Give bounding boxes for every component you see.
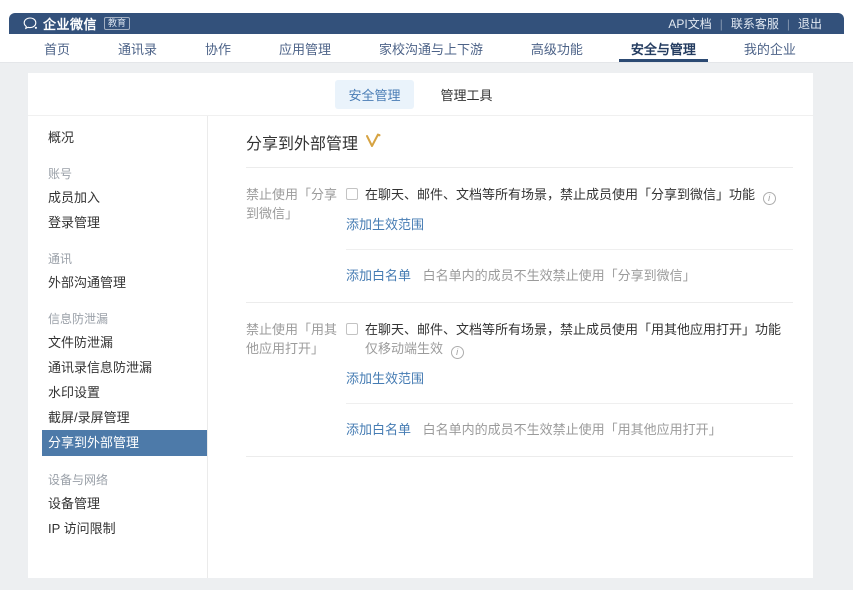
section-open-with-other-apps: 禁止使用「用其他应用打开」 在聊天、邮件、文档等所有场景，禁止成员使用「用其他应… [246, 303, 793, 457]
forbid-share-wechat-checkbox[interactable] [346, 188, 358, 200]
content-card: 安全管理 管理工具 概况 账号 成员加入 登录管理 通讯 外部沟通管理 信息防泄… [28, 73, 813, 578]
secondary-tabs: 安全管理 管理工具 [28, 73, 813, 116]
forbid-open-other-apps-checkbox[interactable] [346, 323, 358, 335]
sidebar-item-share-external-management[interactable]: 分享到外部管理 [42, 430, 207, 456]
inner-divider [346, 249, 793, 250]
api-docs-link[interactable]: API文档 [660, 15, 719, 32]
tab-admin-tools[interactable]: 管理工具 [428, 80, 506, 109]
inner-divider [346, 403, 793, 404]
sidebar-group-communication: 通讯 [28, 248, 207, 270]
add-scope-link[interactable]: 添加生效范围 [346, 214, 424, 233]
whitelist-note: 白名单内的成员不生效禁止使用「分享到微信」 [423, 268, 696, 283]
nav-collaboration[interactable]: 协作 [203, 34, 233, 62]
sidebar-item-ip-access-restriction[interactable]: IP 访问限制 [28, 516, 207, 541]
section-share-to-wechat: 禁止使用「分享到微信」 在聊天、邮件、文档等所有场景，禁止成员使用「分享到微信」… [246, 168, 793, 303]
nav-school-communication[interactable]: 家校沟通与上下游 [377, 34, 485, 62]
info-icon[interactable]: i [451, 346, 464, 359]
page-title: 分享到外部管理 [246, 130, 793, 154]
section-divider [246, 456, 793, 457]
topbar: 企业微信 教育 API文档 | 联系客服 | 退出 [9, 13, 844, 34]
sidebar-group-account: 账号 [28, 163, 207, 185]
wecom-logo[interactable]: 企业微信 教育 [23, 14, 130, 33]
sidebar-item-watermark-settings[interactable]: 水印设置 [28, 380, 207, 405]
add-whitelist-link[interactable]: 添加白名单 [346, 268, 411, 283]
logo-text: 企业微信 [43, 14, 97, 33]
section-label: 禁止使用「分享到微信」 [246, 185, 346, 233]
sidebar-item-device-management[interactable]: 设备管理 [28, 491, 207, 516]
nav-contacts[interactable]: 通讯录 [116, 34, 159, 62]
primary-nav: 首页 通讯录 协作 应用管理 家校沟通与上下游 高级功能 安全与管理 我的企业 [0, 34, 853, 63]
logout-link[interactable]: 退出 [790, 15, 830, 32]
add-whitelist-link[interactable]: 添加白名单 [346, 422, 411, 437]
nav-security-management[interactable]: 安全与管理 [629, 34, 698, 62]
edition-badge: 教育 [104, 17, 130, 30]
checkbox-note: 仅移动端生效 [365, 341, 443, 356]
tab-security-management[interactable]: 安全管理 [335, 80, 413, 109]
sidebar-item-external-communication[interactable]: 外部沟通管理 [28, 270, 207, 295]
nav-advanced-features[interactable]: 高级功能 [529, 34, 585, 62]
info-icon[interactable]: i [763, 192, 776, 205]
sidebar-item-member-join[interactable]: 成员加入 [28, 185, 207, 210]
main-panel: 分享到外部管理 禁止使用「分享到微信」 [208, 116, 813, 578]
sidebar-item-contacts-leak-prevention[interactable]: 通讯录信息防泄漏 [28, 355, 207, 380]
page-title-text: 分享到外部管理 [246, 130, 358, 154]
checkbox-label: 在聊天、邮件、文档等所有场景，禁止成员使用「用其他应用打开」功能 [365, 322, 781, 337]
whitelist-note: 白名单内的成员不生效禁止使用「用其他应用打开」 [423, 422, 722, 437]
sidebar-group-leak-prevention: 信息防泄漏 [28, 308, 207, 330]
topbar-links: API文档 | 联系客服 | 退出 [660, 15, 830, 32]
card-body: 概况 账号 成员加入 登录管理 通讯 外部沟通管理 信息防泄漏 文件防泄漏 通讯… [28, 116, 813, 578]
topbar-wrap: 企业微信 教育 API文档 | 联系客服 | 退出 [0, 0, 853, 34]
sidebar-item-screenshot-management[interactable]: 截屏/录屏管理 [28, 405, 207, 430]
sidebar-item-login-management[interactable]: 登录管理 [28, 210, 207, 235]
wecom-chat-bubble-icon [23, 17, 38, 30]
contact-support-link[interactable]: 联系客服 [723, 15, 787, 32]
section-label: 禁止使用「用其他应用打开」 [246, 320, 346, 387]
sidebar-group-device-network: 设备与网络 [28, 469, 207, 491]
nav-app-management[interactable]: 应用管理 [277, 34, 333, 62]
nav-my-enterprise[interactable]: 我的企业 [742, 34, 798, 62]
page-background: 安全管理 管理工具 概况 账号 成员加入 登录管理 通讯 外部沟通管理 信息防泄… [0, 63, 853, 590]
premium-v-icon [365, 133, 381, 153]
settings-sidebar: 概况 账号 成员加入 登录管理 通讯 外部沟通管理 信息防泄漏 文件防泄漏 通讯… [28, 116, 208, 578]
nav-home[interactable]: 首页 [42, 34, 72, 62]
checkbox-label: 在聊天、邮件、文档等所有场景，禁止成员使用「分享到微信」功能 [365, 187, 755, 202]
sidebar-item-file-leak-prevention[interactable]: 文件防泄漏 [28, 330, 207, 355]
add-scope-link[interactable]: 添加生效范围 [346, 368, 424, 387]
sidebar-item-overview[interactable]: 概况 [28, 125, 207, 150]
